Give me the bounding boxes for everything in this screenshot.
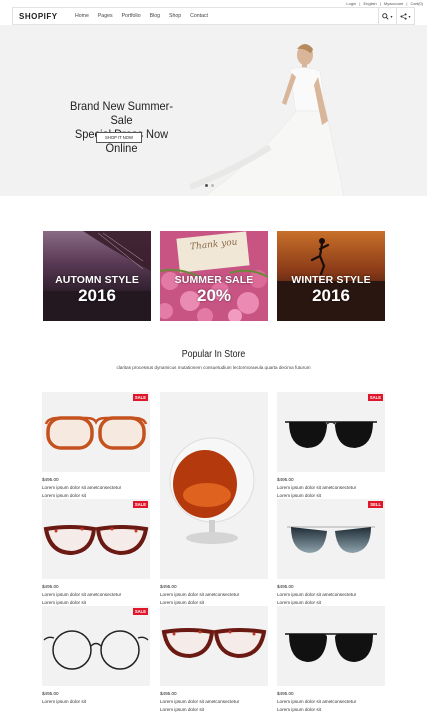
slider-dots <box>205 184 214 187</box>
product-price: $495.00 <box>42 584 59 589</box>
nav-item-blog[interactable]: Blog <box>150 13 160 19</box>
sale-badge: SALE <box>132 394 148 401</box>
hero-line-1: Brand New Summer-Sale <box>69 99 174 127</box>
orange-glasses-image <box>44 416 148 450</box>
tortoise-glasses-image <box>43 525 149 556</box>
product-card[interactable]: SALE $495.00 Lorem ipsum dolor sit ametc… <box>42 499 150 607</box>
product-description: Lorem ipsum dolor sit ametconsectetur Lo… <box>277 484 385 500</box>
banner-title: SUMMER SALE <box>174 274 254 286</box>
banner-subtitle: 20% <box>196 286 232 305</box>
product-image[interactable] <box>160 606 268 686</box>
product-card[interactable]: $495.00 Lorem ipsum dolor sit ametconsec… <box>277 606 385 714</box>
banner-summer-sale[interactable]: Thank you SUMMER SALE 20% <box>160 231 268 321</box>
product-description: Lorem ipsum dolor sit ametconsectetur Lo… <box>160 698 268 714</box>
hero-model-image <box>190 44 345 196</box>
product-price: $495.00 <box>42 691 59 696</box>
product-desc-line: Lorem ipsum dolor sit ametconsectetur <box>277 592 357 597</box>
sale-badge: SALE <box>132 608 148 615</box>
shop-now-button[interactable]: SHOP IT NOW <box>96 132 142 143</box>
separator: | <box>359 1 361 6</box>
product-description: Lorem ipsum dolor sit ametconsectetur Lo… <box>277 591 385 607</box>
nav-menu: Home Pages Portfolio Blog Shop Contact <box>75 13 208 19</box>
slider-dot[interactable] <box>211 184 214 187</box>
cart-link[interactable]: Cart(0) <box>411 1 423 6</box>
product-desc-line: Lorem ipsum dolor sit <box>277 707 321 712</box>
product-price: $495.00 <box>277 691 294 696</box>
share-button[interactable]: ▾ <box>396 8 414 24</box>
aviator-sunglasses-image <box>285 421 377 448</box>
product-price: $495.00 <box>277 584 294 589</box>
product-price: $495.00 <box>160 584 177 589</box>
product-card[interactable]: SALE $495.00 Lorem ipsum dolor sit <box>42 606 150 706</box>
product-image[interactable]: SELL <box>277 499 385 579</box>
hero-slider: Brand New Summer-Sale Special Dress Now … <box>0 25 427 196</box>
product-card[interactable]: SELL $495.00 Lorem ipsum dolor sit ametc… <box>277 499 385 607</box>
product-price: $495.00 <box>277 477 294 482</box>
product-card[interactable]: SALE $495.00 Lorem ipsum dolor sit ametc… <box>277 392 385 500</box>
product-image[interactable]: SALE <box>42 499 150 579</box>
product-price: $495.00 <box>42 477 59 482</box>
chevron-down-icon: ▾ <box>390 13 393 19</box>
product-desc-line: Lorem ipsum dolor sit ametconsectetur <box>160 592 240 597</box>
nav-item-shop[interactable]: Shop <box>169 13 181 19</box>
product-image[interactable] <box>277 606 385 686</box>
banner-winter-style[interactable]: WINTER STYLE 2016 <box>277 231 385 321</box>
sell-badge: SELL <box>368 501 383 508</box>
search-icon <box>382 12 390 20</box>
product-desc-line: Lorem ipsum dolor sit <box>160 707 204 712</box>
round-glasses-image <box>43 630 149 670</box>
nav-item-home[interactable]: Home <box>75 13 89 19</box>
sale-badge: SALE <box>132 501 148 508</box>
banner-title: AUTOMN STYLE <box>55 274 139 286</box>
product-image[interactable]: SALE <box>277 392 385 472</box>
banner-title: WINTER STYLE <box>291 274 371 286</box>
account-link[interactable]: Myaccount <box>384 1 403 6</box>
tortoise-glasses-image <box>161 628 267 659</box>
product-description: Lorem ipsum dolor sit ametconsectetur Lo… <box>42 484 150 500</box>
product-card[interactable]: $495.00 Lorem ipsum dolor sit ametconsec… <box>160 606 268 714</box>
language-link[interactable]: English <box>363 1 376 6</box>
section-subtitle: claritas processus dynamicus mutationem … <box>116 365 311 370</box>
sale-badge: SALE <box>367 394 383 401</box>
product-card[interactable]: $495.00 Lorem ipsum dolor sit ametconsec… <box>160 392 268 607</box>
nav-item-contact[interactable]: Contact <box>190 13 208 19</box>
shield-sunglasses-image <box>287 526 375 553</box>
site-logo[interactable]: SHOPIFY <box>19 12 75 21</box>
product-image[interactable] <box>160 392 268 579</box>
search-button[interactable]: ▾ <box>378 8 396 24</box>
banner-autumn-style[interactable]: AUTOMN STYLE 2016 <box>43 231 151 321</box>
egg-chair-image <box>169 437 255 544</box>
hero-heading: Brand New Summer-Sale Special Dress Now … <box>64 99 179 155</box>
nav-item-portfolio[interactable]: Portfolio <box>122 13 141 19</box>
banner-subtitle: 2016 <box>312 286 350 305</box>
product-image[interactable]: SALE <box>42 392 150 472</box>
product-card[interactable]: SALE $495.00 Lorem ipsum dolor sit ametc… <box>42 392 150 500</box>
chevron-down-icon: ▾ <box>408 13 411 19</box>
separator: | <box>406 1 408 6</box>
slider-dot[interactable] <box>205 184 208 187</box>
product-desc-line: Lorem ipsum dolor sit ametconsectetur <box>277 485 357 490</box>
product-description: Lorem ipsum dolor sit ametconsectetur Lo… <box>277 698 385 714</box>
product-desc-line: Lorem ipsum dolor sit ametconsectetur <box>160 699 240 704</box>
banner-subtitle: 2016 <box>78 286 116 305</box>
product-price: $495.00 <box>160 691 177 696</box>
product-desc-line: Lorem ipsum dolor sit ametconsectetur <box>42 485 122 490</box>
separator: | <box>379 1 381 6</box>
product-description: Lorem ipsum dolor sit <box>42 698 150 706</box>
top-utility-bar: Login | English | Myaccount | Cart(0) <box>0 0 427 7</box>
section-title: Popular In Store <box>181 349 246 360</box>
nav-item-pages[interactable]: Pages <box>98 13 113 19</box>
login-link[interactable]: Login <box>346 1 356 6</box>
product-desc-line: Lorem ipsum dolor sit ametconsectetur <box>42 592 122 597</box>
product-desc-line: Lorem ipsum dolor sit <box>42 699 86 704</box>
aviator-sunglasses-image <box>285 633 377 662</box>
share-icon <box>400 12 408 20</box>
product-desc-line: Lorem ipsum dolor sit ametconsectetur <box>277 699 357 704</box>
product-description: Lorem ipsum dolor sit ametconsectetur Lo… <box>160 591 268 607</box>
main-navigation: SHOPIFY Home Pages Portfolio Blog Shop C… <box>12 7 415 25</box>
product-image[interactable]: SALE <box>42 606 150 686</box>
product-description: Lorem ipsum dolor sit ametconsectetur Lo… <box>42 591 150 607</box>
